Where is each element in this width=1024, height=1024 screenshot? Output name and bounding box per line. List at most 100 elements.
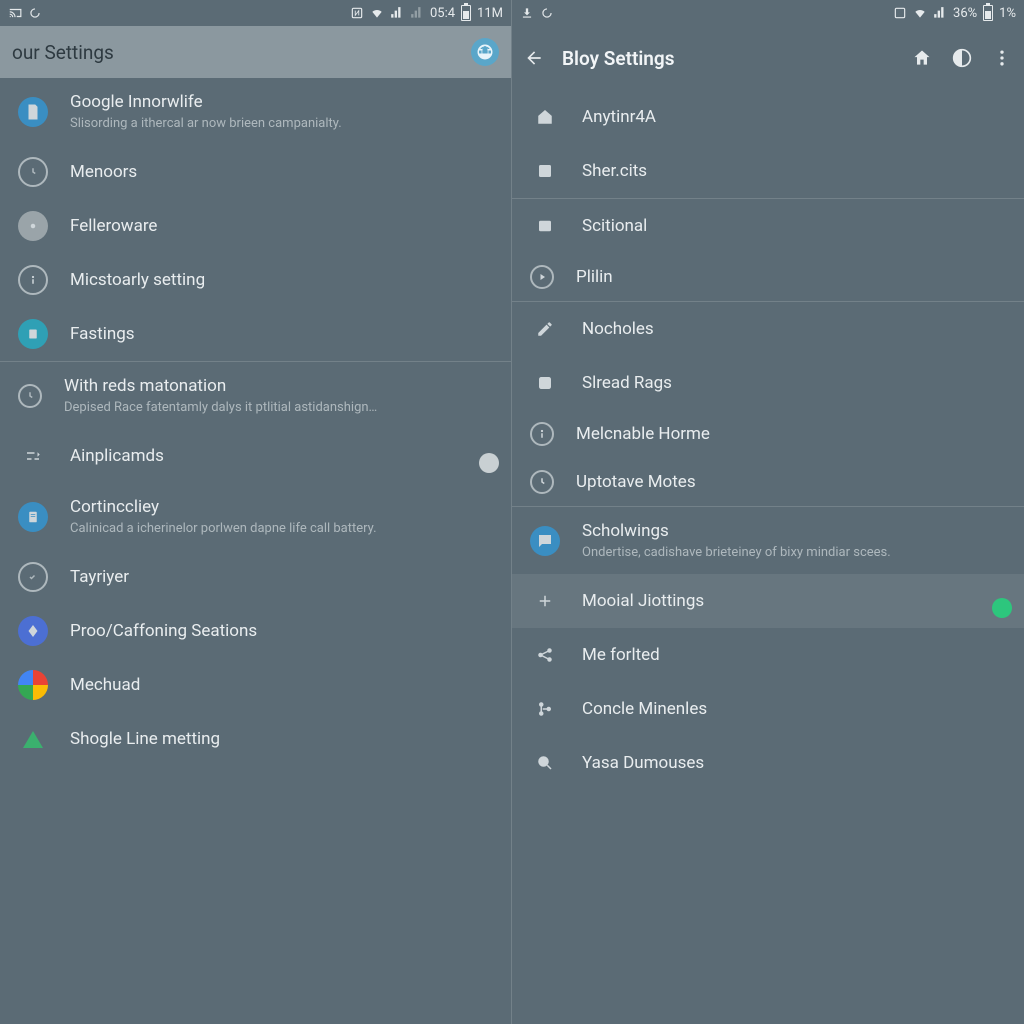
branch-icon [530,694,560,724]
left-screenshot: 05:4 11M our Settings Google Innorwlife S… [0,0,512,1024]
row-title: Felleroware [70,216,495,236]
row-title: Google Innorwlife [70,92,495,112]
signal2-icon [410,6,424,20]
clock-icon [18,384,42,408]
wifi-icon [913,6,927,20]
row-title: Fastings [70,324,495,344]
overflow-button[interactable] [992,48,1012,68]
row-sub: Slisording a ithercal ar now brieen camp… [70,116,495,131]
home-button[interactable] [912,48,932,68]
play-circle-icon [530,265,554,289]
diamond-icon [18,616,48,646]
row-uptotave-motes[interactable]: Uptotave Motes [512,458,1024,506]
row-title: Scitional [582,216,1008,236]
row-title: Proo/Caffoning Seations [70,621,495,641]
row-plilin[interactable]: Plilin [512,253,1024,301]
status-time: 36% [953,6,977,21]
globe-button[interactable] [471,38,499,66]
sync-icon [540,6,554,20]
status-extra: 11M [477,6,503,21]
row-title: Uptotave Motes [576,472,1008,492]
drive-icon [18,724,48,754]
row-title: Anytinr4A [582,107,1008,127]
clock-icon [18,157,48,187]
wifi-icon [370,6,384,20]
row-menoors[interactable]: Menoors [0,145,511,199]
row-proo-caffoning[interactable]: Proo/Caffoning Seations [0,604,511,658]
row-scholwings[interactable]: ScholwingsOndertise, cadishave brieteine… [512,507,1024,574]
row-title: Me forlted [582,645,1008,665]
battery-icon [461,5,471,21]
row-yasa-dumouses[interactable]: Yasa Dumouses [512,736,1024,790]
right-screenshot: 36% 1% Bloy Settings Anytinr4A Sher.cits… [512,0,1024,1024]
circle-icon [18,562,48,592]
signal-icon [933,6,947,20]
appbar-title: Bloy Settings [562,47,674,70]
row-scitional[interactable]: Scitional [512,199,1024,253]
row-sub: Calinicad a icherinelor porlwen dapne li… [70,521,495,536]
row-title: Yasa Dumouses [582,753,1008,773]
row-title: Micstoarly setting [70,270,495,290]
appbar: Bloy Settings [512,26,1024,90]
row-shogle-line[interactable]: Shogle Line metting [0,712,511,766]
row-title: Slread Rags [582,373,1008,393]
signal-icon [390,6,404,20]
back-button[interactable] [524,48,544,68]
row-ainplicamds[interactable]: Ainplicamds [0,429,511,483]
row-title: Menoors [70,162,495,182]
plus-icon [530,586,560,616]
clock-icon [530,470,554,494]
row-nocholes[interactable]: Nocholes [512,302,1024,356]
row-title: Sher.cits [582,161,1008,181]
row-slread-rags[interactable]: Slread Rags [512,356,1024,410]
row-title: Mechuad [70,675,495,695]
square-icon [530,211,560,241]
row-title: Melcnable Horme [576,424,1008,444]
status-bar: 36% 1% [512,0,1024,26]
sheet-icon [18,319,48,349]
row-with-reds[interactable]: With reds matonation Depised Race fatenta… [0,362,511,429]
row-anytinr4a[interactable]: Anytinr4A [512,90,1024,144]
row-me-forlted[interactable]: Me forlted [512,628,1024,682]
dot-icon [18,211,48,241]
info-icon [18,265,48,295]
row-title: Scholwings [582,521,1008,541]
row-title: With reds matonation [64,376,495,396]
status-time: 05:4 [430,6,455,21]
battery-icon [983,5,993,21]
nfc-icon [893,6,907,20]
row-sub: Depised Race fatentamly dalys it ptlitia… [64,400,495,415]
appbar-title: our Settings [12,41,114,64]
document-icon [18,97,48,127]
row-shercits[interactable]: Sher.cits [512,144,1024,198]
list-icon [530,156,560,186]
status-bar: 05:4 11M [0,0,511,26]
row-title: Mooial Jiottings [582,591,1000,611]
row-melcnable-horme[interactable]: Melcnable Horme [512,410,1024,458]
row-felleroware[interactable]: Felleroware [0,199,511,253]
row-tayriyer[interactable]: Tayriyer [0,550,511,604]
row-google-innorwlife[interactable]: Google Innorwlife Slisording a ithercal a… [0,78,511,145]
cast-icon [8,6,22,20]
multi-icon [18,670,48,700]
row-cortinccliey[interactable]: CortincclieyCalinicad a icherinelor porl… [0,483,511,550]
settings-list: Anytinr4A Sher.cits Scitional Plilin Noc… [512,90,1024,1024]
row-title: Ainplicamds [70,446,487,466]
row-title: Nocholes [582,319,1008,339]
row-concle-minenles[interactable]: Concle Minenles [512,682,1024,736]
status-extra: 1% [999,6,1016,21]
row-mechuad[interactable]: Mechuad [0,658,511,712]
download-icon [520,6,534,20]
doc2-icon [18,502,48,532]
contrast-button[interactable] [952,48,972,68]
tune-icon [18,441,48,471]
row-title: Tayriyer [70,567,495,587]
pencil-icon [530,314,560,344]
row-fastings[interactable]: Fastings [0,307,511,361]
row-micstoarly[interactable]: Micstoarly setting [0,253,511,307]
share-icon [530,640,560,670]
row-title: Concle Minenles [582,699,1008,719]
search-icon [530,748,560,778]
row-mooial-jiottings[interactable]: Mooial Jiottings [512,574,1024,628]
dot-square-icon [530,368,560,398]
